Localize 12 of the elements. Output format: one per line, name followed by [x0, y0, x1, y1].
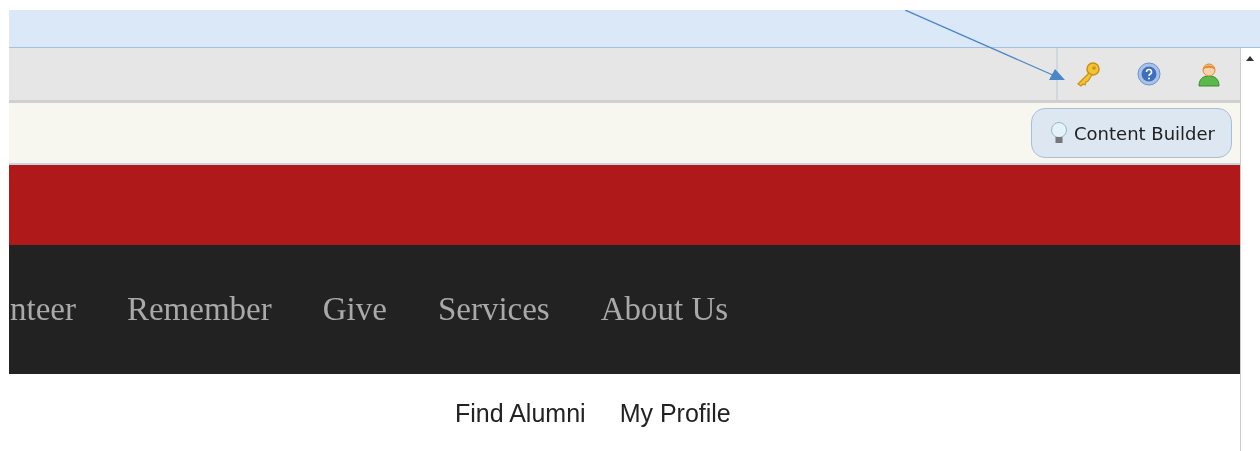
- nav-link[interactable]: Remember: [126, 291, 272, 328]
- nav-link[interactable]: nteer: [10, 291, 76, 328]
- nav-link[interactable]: Services: [437, 291, 550, 328]
- nav-link[interactable]: About Us: [600, 291, 729, 328]
- sub-nav-link[interactable]: Find Alumni: [455, 399, 586, 428]
- sub-nav-link[interactable]: My Profile: [619, 399, 731, 428]
- help-icon[interactable]: [1136, 61, 1162, 87]
- user-icon[interactable]: [1196, 60, 1222, 88]
- lightbulb-icon: [1050, 121, 1069, 145]
- scroll-up-arrow-icon[interactable]: [1245, 56, 1254, 61]
- content-builder-button[interactable]: Content Builder: [1031, 108, 1232, 158]
- nav-link[interactable]: Give: [322, 291, 387, 328]
